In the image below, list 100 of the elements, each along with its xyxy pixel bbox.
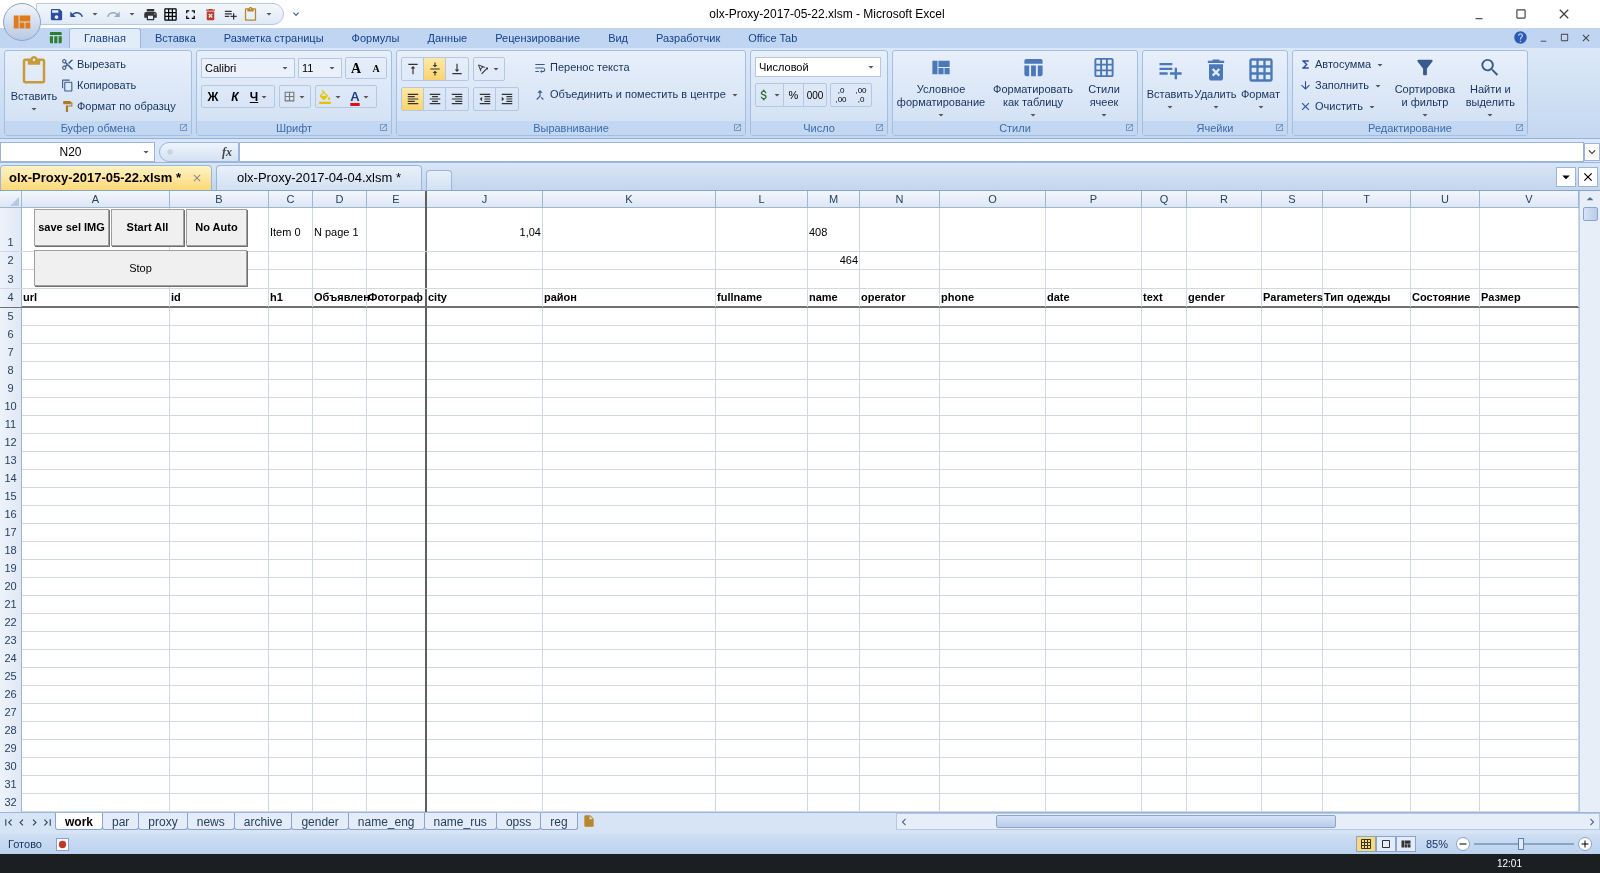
sheet-tab[interactable]: opss [495,813,542,830]
sheet-tab[interactable]: proxy [138,813,188,830]
percent-button[interactable]: % [784,84,804,106]
row-header[interactable]: 16 [0,506,22,524]
editing-button[interactable]: Автосумма [1297,54,1393,75]
row-header[interactable]: 11 [0,416,22,434]
record-macro-icon[interactable] [55,837,69,851]
row-header[interactable]: 18 [0,542,22,560]
paste-icon[interactable] [243,6,258,22]
number-format-field[interactable]: Числовой [755,57,881,77]
macro-button[interactable]: Start All [111,209,184,246]
name-box[interactable]: N20 [0,141,155,162]
bold-button[interactable]: Ж [202,86,224,107]
row-header[interactable]: 17 [0,524,22,542]
maximize-icon[interactable] [1514,7,1528,21]
insert-function-button[interactable]: fx [159,141,239,162]
print-preview-icon[interactable] [143,6,158,22]
row-header[interactable]: 6 [0,326,22,344]
ribbon-tab[interactable]: Вставка [140,28,210,48]
column-header[interactable]: N [860,191,940,208]
decimal-button[interactable]: ,00 ,0 [851,84,871,106]
sheet-tab[interactable]: archive [233,813,293,830]
row-header[interactable]: 22 [0,614,22,632]
paste-button[interactable]: Вставить [9,54,59,121]
restore-icon[interactable] [1559,32,1570,43]
column-header[interactable]: U [1411,191,1480,208]
decimal-button[interactable]: ,0 ,00 [831,84,851,106]
vertical-scrollbar[interactable] [1579,191,1600,812]
row-header[interactable]: 9 [0,380,22,398]
row-header[interactable]: 24 [0,650,22,668]
sheet-tab[interactable]: par [102,813,140,830]
save-icon[interactable] [49,6,64,22]
underline-button[interactable]: Ч [246,86,274,107]
column-header[interactable]: B [170,191,269,208]
row-header[interactable]: 23 [0,632,22,650]
column-header[interactable]: D [313,191,367,208]
row-header[interactable]: 26 [0,686,22,704]
ribbon-tab[interactable]: Данные [413,28,482,48]
ribbon-tab[interactable]: Главная [69,28,141,48]
scroll-thumb[interactable] [995,815,1336,828]
sheet-tab[interactable]: news [186,813,235,830]
expand-formula-icon[interactable] [1584,142,1600,161]
ribbon-tab[interactable]: Формулы [337,28,414,48]
help-icon[interactable] [1513,30,1528,45]
ribbon-tab[interactable]: Office Tab [734,28,812,48]
slider-thumb[interactable] [1518,838,1524,850]
view-mode-button[interactable] [1375,836,1396,852]
column-header[interactable]: O [940,191,1046,208]
sheet-tab[interactable]: name_rus [423,813,497,830]
macro-button[interactable]: save sel IMG [34,209,109,246]
row-header[interactable]: 13 [0,452,22,470]
cells-button[interactable]: Вставить [1147,54,1193,121]
editing-button[interactable]: Найти и выделить [1457,54,1523,121]
sheet-tab[interactable]: work [55,813,103,830]
row-header[interactable]: 31 [0,776,22,794]
view-mode-button[interactable] [1395,836,1416,852]
grid-icon[interactable] [163,6,178,22]
column-header[interactable]: A [22,191,170,208]
row-header[interactable]: 14 [0,470,22,488]
macro-button[interactable]: Stop [34,250,247,286]
tab-list-icon[interactable] [1556,167,1576,187]
zoom-slider[interactable] [1474,837,1574,851]
sheet-tab[interactable]: gender [291,813,349,830]
formula-input[interactable] [239,141,1584,162]
grow-font-button[interactable]: A [346,58,366,78]
cut-button[interactable]: Вырезать [59,54,178,75]
row-header[interactable]: 3 [0,270,22,288]
ribbon-tab[interactable]: Разметка страницы [209,28,338,48]
column-header[interactable]: P [1046,191,1142,208]
copy-button[interactable]: Копировать [59,75,178,96]
delete-rows-icon[interactable] [203,6,218,22]
row-header[interactable]: 15 [0,488,22,506]
macro-button[interactable]: No Auto [186,209,247,246]
row-header[interactable]: 10 [0,398,22,416]
column-header[interactable]: M [808,191,860,208]
sheet-tab[interactable]: reg [540,813,578,830]
editing-button[interactable]: Заполнить [1297,75,1393,96]
wrap-text-button[interactable]: Перенос текста [531,57,743,78]
font-name-field[interactable]: Calibri [201,58,295,78]
row-header[interactable]: 27 [0,704,22,722]
column-header[interactable]: E [367,191,427,208]
row-header[interactable]: 12 [0,434,22,452]
column-header[interactable]: T [1323,191,1411,208]
zoom-out-icon[interactable] [1456,837,1470,851]
editing-button[interactable]: Сортировка и фильтр [1392,54,1458,121]
row-header[interactable]: 29 [0,740,22,758]
ribbon-tab[interactable]: Вид [594,28,643,48]
insert-sheet-icon[interactable] [581,814,596,828]
row-header[interactable]: 28 [0,722,22,740]
row-header[interactable]: 2 [0,252,22,270]
row-header[interactable]: 32 [0,794,22,812]
zoom-in-icon[interactable] [1578,837,1592,851]
row-header[interactable]: 8 [0,362,22,380]
ribbon-tab[interactable]: Рецензирование [481,28,595,48]
horizontal-scrollbar[interactable] [895,813,1600,830]
close-tab-icon[interactable] [191,172,203,184]
row-header[interactable]: 19 [0,560,22,578]
sheet-tab[interactable]: name_eng [347,813,425,830]
format-painter-button[interactable]: Формат по образцу [59,96,178,117]
document-tab[interactable]: olx-Proxy-2017-05-22.xlsm * [0,165,212,190]
